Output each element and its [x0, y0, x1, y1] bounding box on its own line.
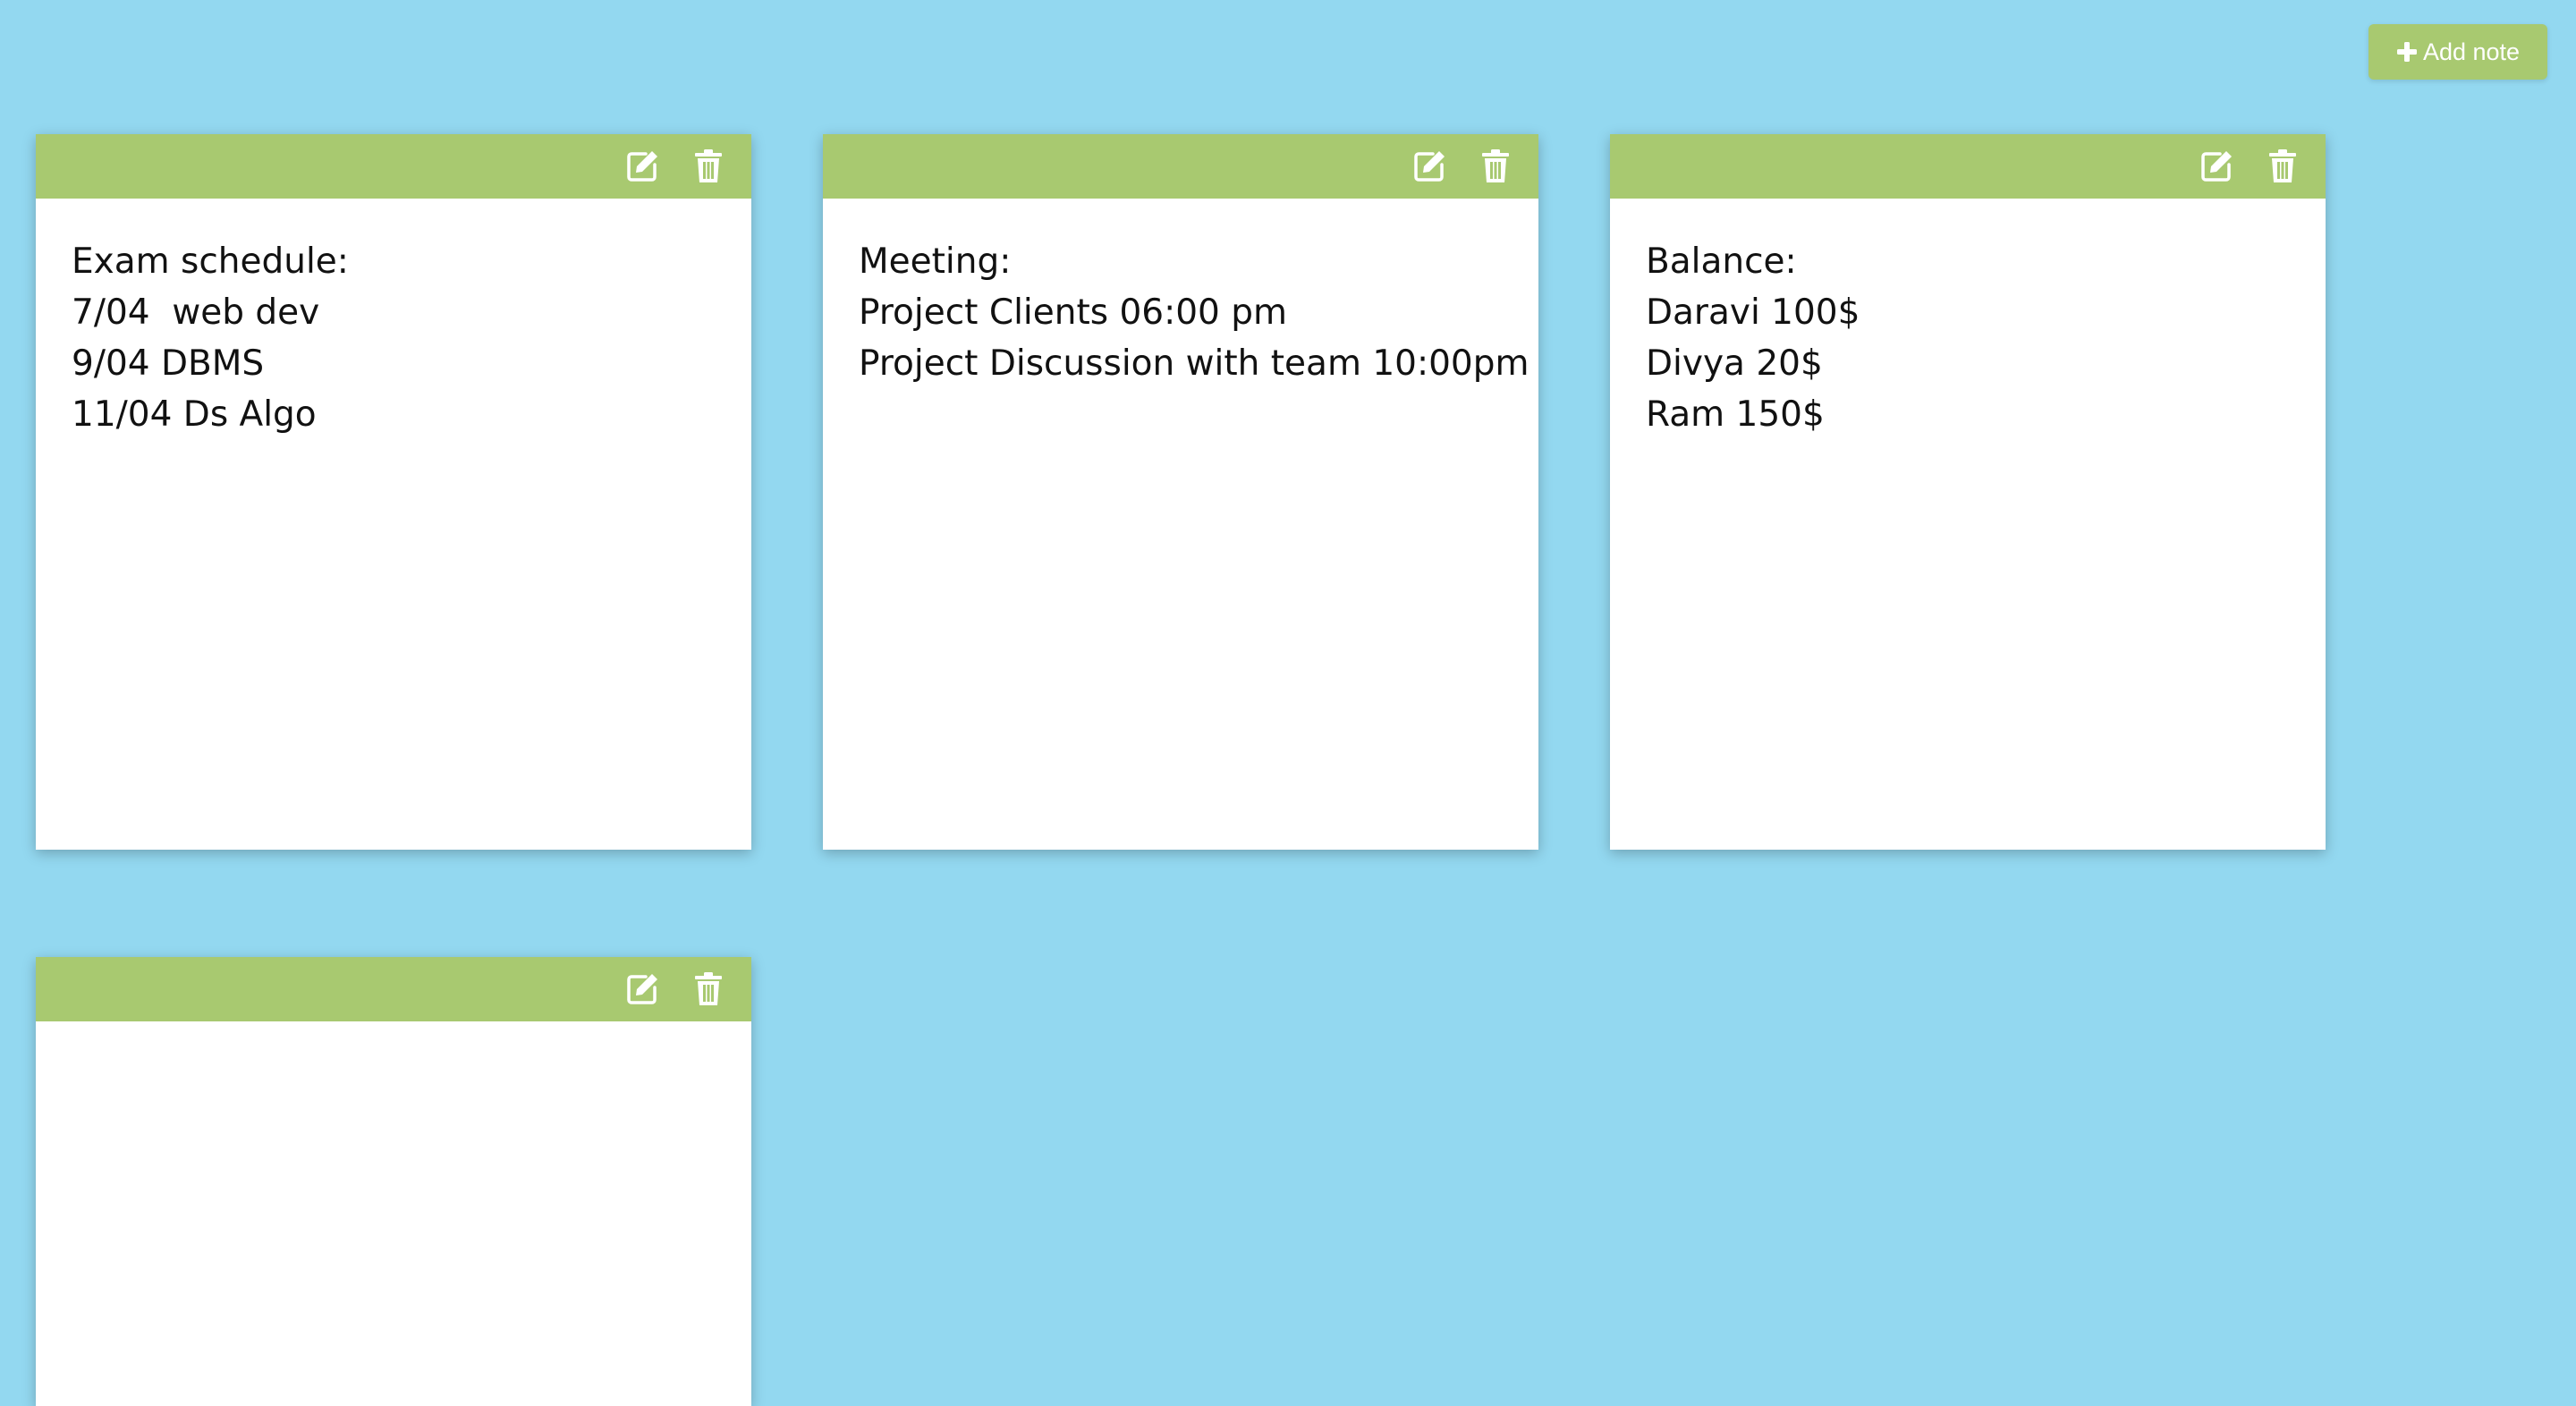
note-line: 7/04 web dev	[72, 292, 320, 333]
note-card: Meeting: Project Clients 06:00 pm Projec…	[823, 134, 1538, 850]
edit-icon[interactable]	[623, 147, 662, 186]
note-card	[36, 957, 751, 1406]
note-card: Exam schedule: 7/04 web dev 9/04 DBMS 11…	[36, 134, 751, 850]
note-text[interactable]	[36, 1021, 751, 1059]
note-header	[823, 134, 1538, 199]
edit-icon[interactable]	[1410, 147, 1449, 186]
note-line: Balance:	[1646, 241, 1797, 282]
add-note-label: Add note	[2422, 38, 2521, 65]
note-text[interactable]: Exam schedule: 7/04 web dev 9/04 DBMS 11…	[36, 199, 751, 440]
note-line: 11/04 Ds Algo	[72, 394, 317, 435]
note-card: Balance: Daravi 100$ Divya 20$ Ram 150$	[1610, 134, 2326, 850]
note-header	[1610, 134, 2326, 199]
note-line: Daravi 100$	[1646, 292, 1860, 333]
note-line: Ram 150$	[1646, 394, 1825, 435]
note-line: Meeting:	[859, 241, 1012, 282]
note-header	[36, 957, 751, 1021]
note-line: Project Discussion with team 10:00pm	[859, 343, 1530, 384]
trash-icon[interactable]	[1476, 147, 1515, 186]
note-line: 9/04 DBMS	[72, 343, 265, 384]
trash-icon[interactable]	[689, 147, 728, 186]
edit-icon[interactable]	[623, 970, 662, 1009]
plus-icon	[2396, 41, 2418, 63]
trash-icon[interactable]	[689, 970, 728, 1009]
note-header	[36, 134, 751, 199]
add-note-button[interactable]: Add note	[2368, 24, 2547, 80]
note-line: Divya 20$	[1646, 343, 1823, 384]
edit-icon[interactable]	[2197, 147, 2236, 186]
note-line: Exam schedule:	[72, 241, 349, 282]
note-line: Project Clients 06:00 pm	[859, 292, 1287, 333]
note-text[interactable]: Balance: Daravi 100$ Divya 20$ Ram 150$	[1610, 199, 2326, 440]
trash-icon[interactable]	[2263, 147, 2302, 186]
note-text[interactable]: Meeting: Project Clients 06:00 pm Projec…	[823, 199, 1538, 389]
